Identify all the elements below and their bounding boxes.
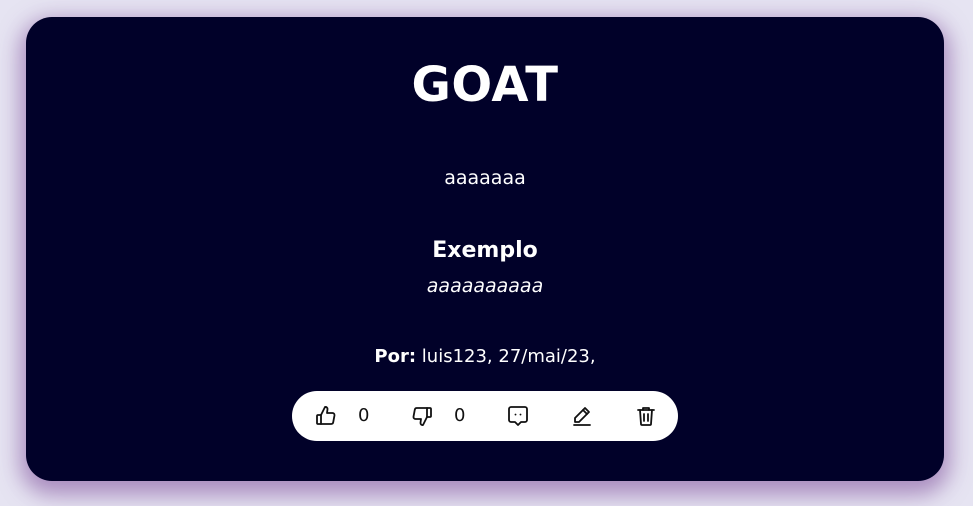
edit-button[interactable] bbox=[570, 404, 594, 428]
post-card: GOAT aaaaaaa Exemplo aaaaaaaaaa Por: lui… bbox=[26, 17, 944, 481]
trash-icon bbox=[634, 404, 658, 428]
comment-icon bbox=[506, 404, 530, 428]
byline: Por: luis123, 27/mai/23, bbox=[26, 345, 944, 369]
post-title: GOAT bbox=[411, 57, 559, 113]
example-heading: Exemplo bbox=[432, 238, 538, 263]
dislike-button[interactable] bbox=[410, 404, 434, 428]
author-info: luis123, 27/mai/23, bbox=[421, 346, 596, 367]
thumbs-down-icon bbox=[410, 404, 434, 428]
delete-button[interactable] bbox=[634, 404, 658, 428]
author-label: Por: bbox=[374, 346, 417, 367]
dislike-count: 0 bbox=[454, 405, 466, 426]
like-button[interactable] bbox=[314, 404, 338, 428]
example-text: aaaaaaaaaa bbox=[426, 275, 544, 297]
edit-icon bbox=[570, 404, 594, 428]
comment-button[interactable] bbox=[506, 404, 530, 428]
action-bar: 0 0 bbox=[292, 391, 678, 441]
post-description: aaaaaaa bbox=[444, 167, 526, 189]
thumbs-up-icon bbox=[314, 404, 338, 428]
like-count: 0 bbox=[358, 405, 370, 426]
